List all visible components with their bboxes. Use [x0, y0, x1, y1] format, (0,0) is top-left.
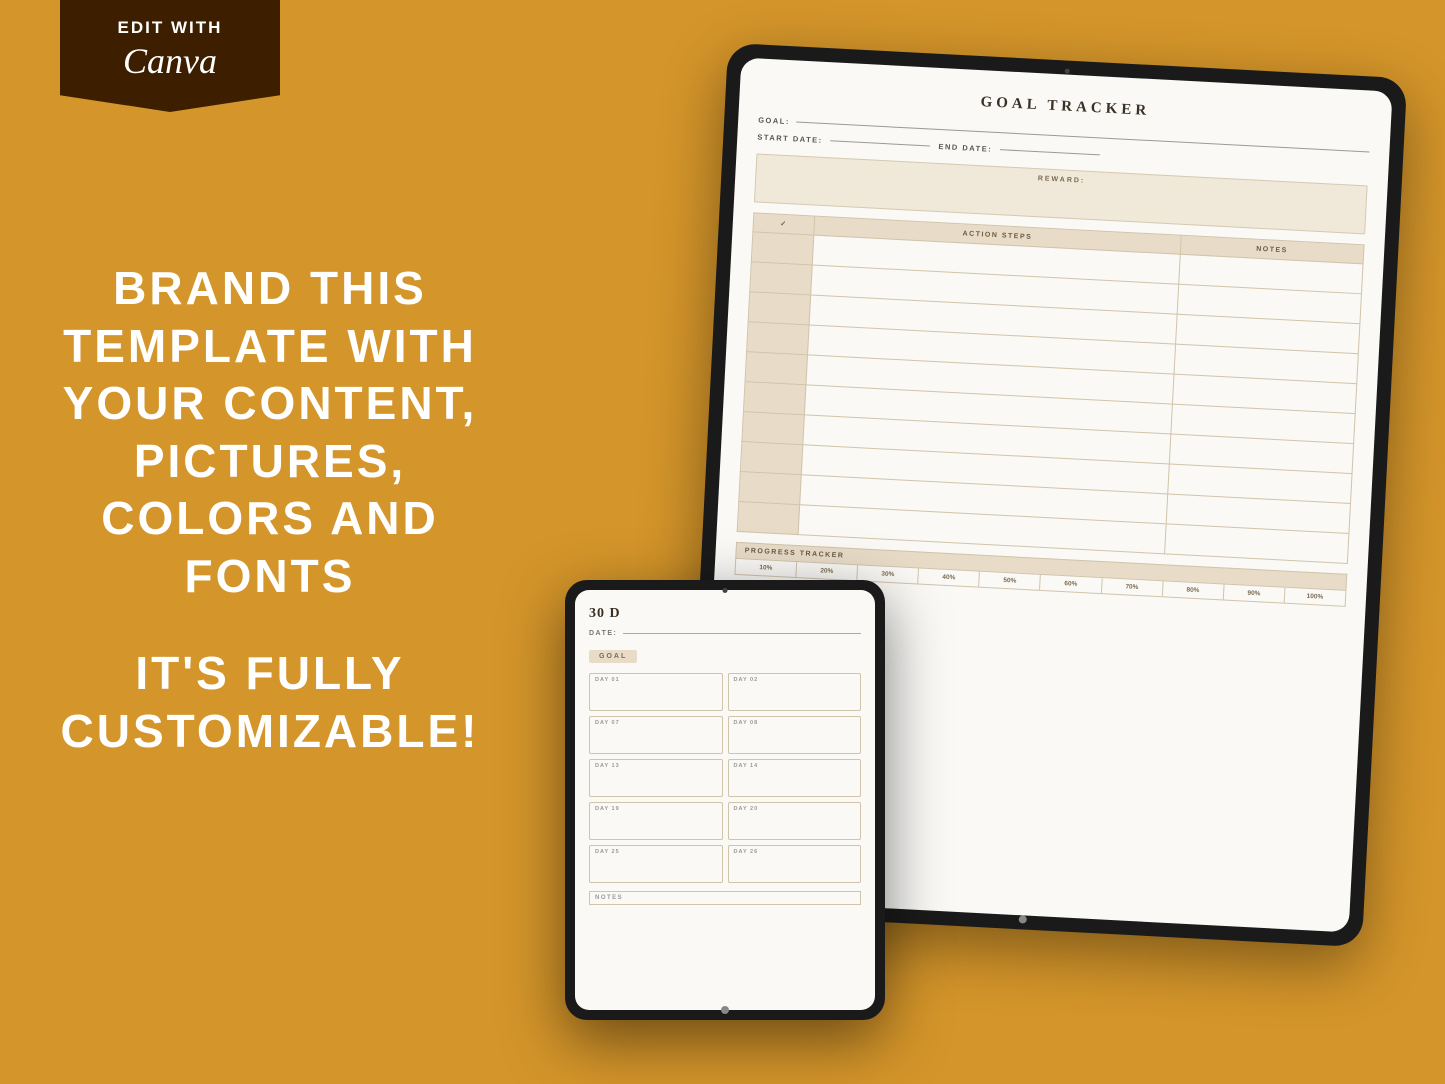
- tablets-container: GOAL TRACKER GOAL: START DATE: END DATE:…: [565, 60, 1385, 1020]
- day-box: [595, 685, 717, 707]
- text-line-1: BRAND THIS: [60, 260, 480, 318]
- text-line-2: TEMPLATE WITH: [60, 318, 480, 376]
- progress-cell: 60%: [1040, 575, 1102, 593]
- day-grid: DAY 01 DAY 02 DAY 07 DAY 08 DAY 13 DAY 1…: [589, 673, 861, 883]
- thirty-day-screen: 30 D DATE: GOAL DAY 01 DAY 02 DAY 07 DAY…: [575, 590, 875, 1010]
- goal-badge: GOAL: [589, 650, 637, 663]
- check-cell: [739, 472, 802, 505]
- day-box: [595, 771, 717, 793]
- progress-cell: 20%: [796, 562, 858, 580]
- camera-dot-front: [723, 588, 728, 593]
- check-cell: [745, 352, 808, 385]
- end-date-rule: [1000, 149, 1100, 155]
- thirty-day-tablet: 30 D DATE: GOAL DAY 01 DAY 02 DAY 07 DAY…: [565, 580, 885, 1020]
- start-date-label: START DATE:: [757, 132, 823, 144]
- day-box: [734, 728, 856, 750]
- day-cell: DAY 13: [589, 759, 723, 797]
- goal-label: GOAL:: [758, 115, 790, 126]
- check-cell: [750, 262, 813, 295]
- progress-cell: 50%: [979, 572, 1041, 590]
- check-cell: [748, 292, 811, 325]
- left-text-section: BRAND THIS TEMPLATE WITH YOUR CONTENT, P…: [60, 260, 480, 760]
- day-box: [595, 728, 717, 750]
- day-box: [734, 771, 856, 793]
- day-cell: DAY 25: [589, 845, 723, 883]
- action-table: ✓ ACTION STEPS NOTES: [737, 212, 1365, 564]
- thirty-day-title: 30 D: [589, 606, 861, 622]
- text-line-8: CUSTOMIZABLE!: [60, 703, 480, 761]
- day-label: DAY 13: [595, 763, 717, 769]
- day-label: DAY 07: [595, 720, 717, 726]
- customizable-text: IT'S FULLY CUSTOMIZABLE!: [60, 645, 480, 760]
- progress-cell: 10%: [735, 559, 797, 577]
- day-box: [595, 857, 717, 879]
- camera-dot-back: [1065, 68, 1070, 73]
- end-date-label: END DATE:: [938, 142, 992, 154]
- day-cell: DAY 02: [728, 673, 862, 711]
- date-rule: [623, 633, 861, 634]
- day-label: DAY 25: [595, 849, 717, 855]
- day-box: [734, 857, 856, 879]
- canva-label: Canva: [84, 40, 256, 82]
- check-cell: [751, 232, 814, 265]
- progress-cell: 80%: [1163, 581, 1225, 599]
- date-label: DATE:: [589, 630, 617, 637]
- day-label: DAY 08: [734, 720, 856, 726]
- check-cell: [740, 442, 803, 475]
- start-date-rule: [831, 140, 931, 146]
- progress-cell: 70%: [1102, 578, 1164, 596]
- day-cell: DAY 26: [728, 845, 862, 883]
- progress-cell: 100%: [1285, 588, 1346, 606]
- check-cell: [747, 322, 810, 355]
- tablet-home-dot-back: [1019, 915, 1027, 923]
- day-cell: DAY 19: [589, 802, 723, 840]
- day-box: [595, 814, 717, 836]
- edit-with-label: EDIT WITH: [84, 18, 256, 38]
- progress-cell: 90%: [1224, 585, 1286, 603]
- day-cell: DAY 20: [728, 802, 862, 840]
- edit-with-canva-banner: EDIT WITH Canva: [60, 0, 280, 112]
- check-cell: [743, 382, 806, 415]
- notes-section: NOTES: [589, 891, 861, 905]
- text-line-7: IT'S FULLY: [60, 645, 480, 703]
- text-line-6: FONTS: [60, 548, 480, 606]
- text-line-3: YOUR CONTENT,: [60, 375, 480, 433]
- text-line-5: COLORS AND: [60, 490, 480, 548]
- brand-text: BRAND THIS TEMPLATE WITH YOUR CONTENT, P…: [60, 260, 480, 605]
- tablet-home-dot-front: [721, 1006, 729, 1014]
- check-cell: [742, 412, 805, 445]
- day-label: DAY 19: [595, 806, 717, 812]
- day-box: [734, 814, 856, 836]
- check-icon: ✓: [780, 221, 788, 228]
- day-label: DAY 14: [734, 763, 856, 769]
- check-cell: [737, 501, 800, 534]
- day-label: DAY 20: [734, 806, 856, 812]
- date-line: DATE:: [589, 630, 861, 637]
- day-box: [734, 685, 856, 707]
- day-label: DAY 01: [595, 677, 717, 683]
- notes-label: NOTES: [595, 895, 855, 901]
- day-label: DAY 02: [734, 677, 856, 683]
- day-cell: DAY 01: [589, 673, 723, 711]
- day-cell: DAY 07: [589, 716, 723, 754]
- progress-cell: 40%: [918, 569, 980, 587]
- day-label: DAY 26: [734, 849, 856, 855]
- text-line-4: PICTURES,: [60, 433, 480, 491]
- day-cell: DAY 14: [728, 759, 862, 797]
- day-cell: DAY 08: [728, 716, 862, 754]
